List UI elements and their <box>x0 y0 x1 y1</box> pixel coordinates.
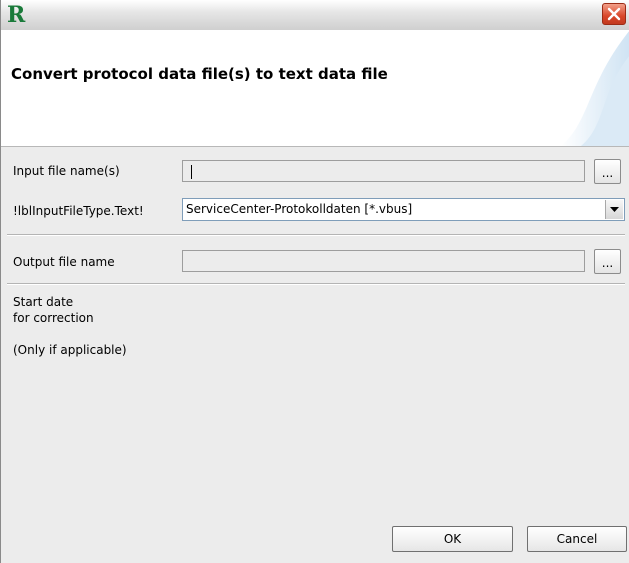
dialog-window: R Convert protocol data file(s) to text … <box>0 0 629 563</box>
dialog-header: Convert protocol data file(s) to text da… <box>1 30 629 147</box>
page-title: Convert protocol data file(s) to text da… <box>11 65 388 83</box>
header-decoration <box>561 31 629 146</box>
file-type-selected: ServiceCenter-Protokolldaten [*.vbus] <box>186 202 413 216</box>
separator <box>7 234 625 236</box>
output-file-label: Output file name <box>13 255 115 269</box>
start-date-note: (Only if applicable) <box>13 343 127 357</box>
dropdown-button[interactable] <box>605 200 623 219</box>
text-caret <box>191 165 192 179</box>
input-browse-button[interactable]: ... <box>594 159 621 184</box>
ok-button[interactable]: OK <box>392 526 513 552</box>
output-browse-button[interactable]: ... <box>594 249 621 274</box>
title-bar[interactable]: R <box>1 0 629 31</box>
separator <box>7 283 625 285</box>
cancel-button[interactable]: Cancel <box>527 526 627 552</box>
file-type-select[interactable]: ServiceCenter-Protokolldaten [*.vbus] <box>182 198 625 221</box>
dialog-content: Input file name(s) ... !lblInputFileType… <box>1 147 629 563</box>
start-date-label: Start date <box>13 295 74 309</box>
close-icon <box>607 7 621 21</box>
app-logo: R <box>7 2 26 28</box>
start-date-label-line2: for correction <box>13 311 94 325</box>
chevron-down-icon <box>610 207 619 212</box>
output-file-field[interactable] <box>182 250 585 272</box>
file-type-label: !lblInputFileType.Text! <box>13 204 144 218</box>
close-button[interactable] <box>602 3 626 25</box>
input-files-field[interactable] <box>182 160 585 182</box>
input-files-label: Input file name(s) <box>13 164 120 178</box>
